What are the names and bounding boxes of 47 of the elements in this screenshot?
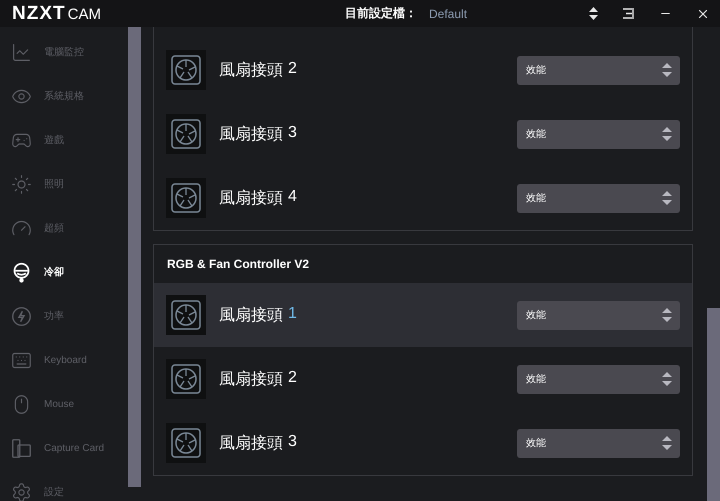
updown-arrows-icon [662, 308, 672, 322]
fan-port-number: 2 [288, 60, 297, 78]
sun-icon [11, 174, 32, 194]
logo-subtitle: CAM [68, 6, 101, 22]
fan-port-number: 3 [288, 432, 297, 452]
fan-label: 風扇接頭 [219, 124, 283, 144]
fan-icon [166, 178, 206, 218]
cooling-icon [11, 262, 32, 282]
mode-dropdown[interactable]: 效能 [517, 428, 680, 458]
fan-label: 風扇接頭 [219, 370, 283, 390]
sidebar-item[interactable]: 冷卻 [0, 250, 128, 294]
fan-icon [166, 423, 206, 463]
logo-text: NZXT [12, 2, 66, 24]
lightning-icon [11, 306, 32, 326]
fan-port-number: 1 [288, 304, 297, 324]
profile-label: 目前設定檔： [345, 5, 417, 22]
fan-label: 風扇接頭 [219, 60, 283, 80]
fan-label: 風扇接頭 [219, 434, 283, 454]
mode-dropdown[interactable]: 效能 [517, 120, 680, 148]
settings-icon [11, 482, 32, 501]
scrollbar-thumb[interactable] [707, 308, 720, 501]
fan-port-number: 4 [288, 188, 297, 206]
fan-icon [166, 295, 206, 335]
fan-port-number: 3 [288, 124, 297, 142]
fan-icon [166, 359, 206, 399]
mode-dropdown[interactable]: 效能 [517, 56, 680, 84]
updown-arrows-icon [662, 372, 672, 386]
mode-dropdown[interactable]: 效能 [517, 184, 680, 212]
fan-port-number: 2 [288, 368, 297, 388]
device-title: RGB & Fan Controller V2 [166, 256, 310, 273]
menu-icon[interactable] [620, 8, 634, 19]
updown-arrows-icon [662, 436, 672, 450]
mode-dropdown[interactable]: 效能 [517, 300, 680, 330]
fan-icon [166, 50, 206, 90]
profile-value[interactable]: Default [429, 6, 468, 20]
fan-icon [166, 114, 206, 154]
updown-arrows-icon [662, 191, 672, 205]
fan-label: 風扇接頭 [219, 188, 283, 208]
fan-row[interactable]: 風扇接頭 1 效能 [154, 283, 692, 347]
mode-dropdown[interactable]: 效能 [517, 364, 680, 394]
line-chart-icon [11, 42, 32, 62]
updown-arrows-icon[interactable] [588, 7, 598, 20]
updown-arrows-icon [662, 63, 672, 77]
fan-label: 風扇接頭 [219, 306, 283, 326]
card-icon [11, 438, 32, 458]
scrollbar-thumb[interactable] [128, 27, 141, 487]
updown-arrows-icon [662, 127, 672, 141]
